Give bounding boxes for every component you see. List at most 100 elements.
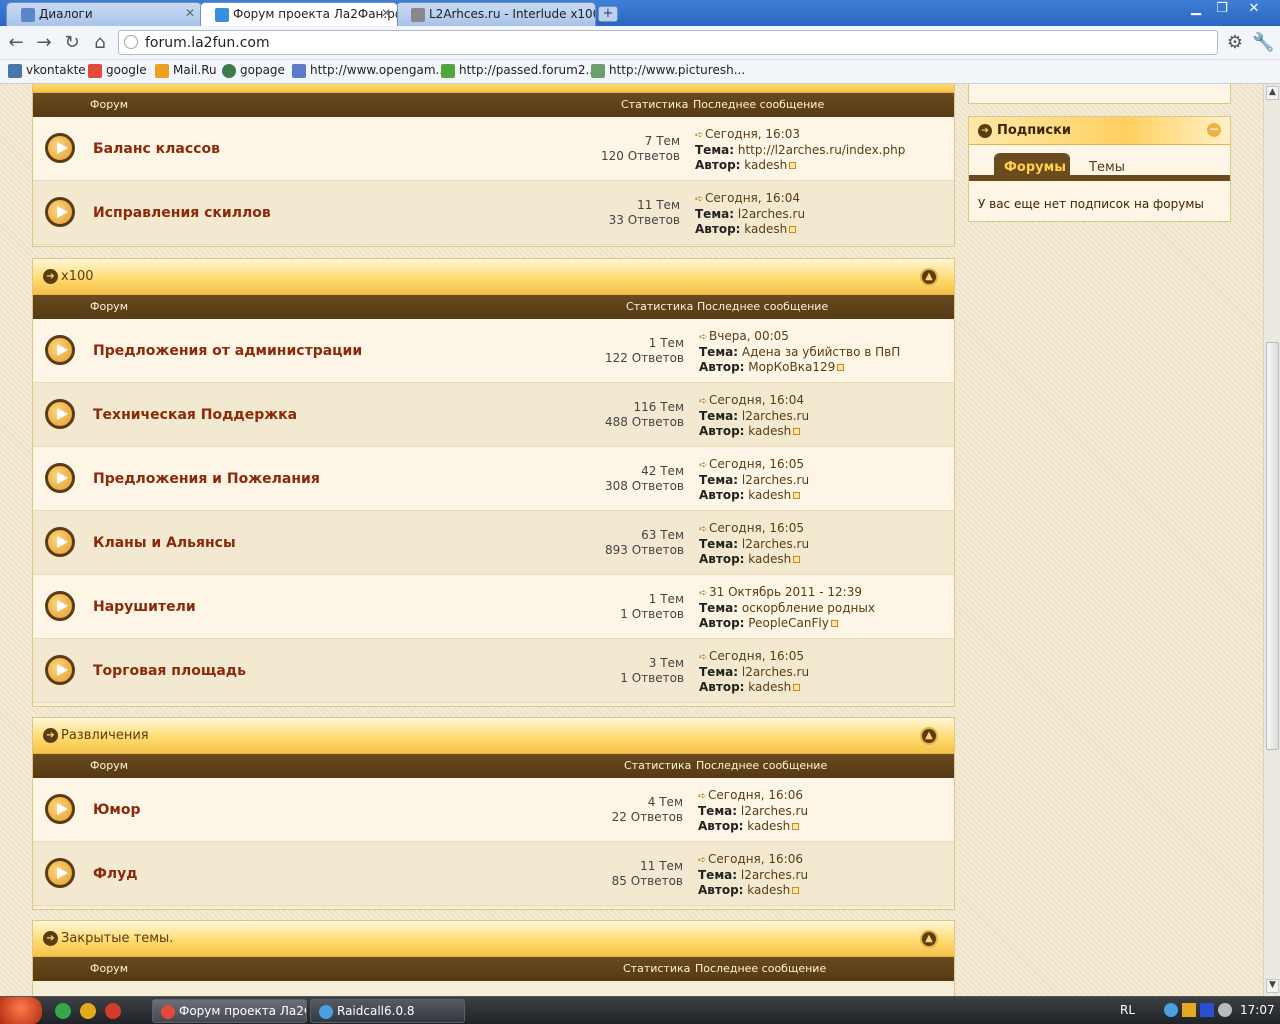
last-author-link[interactable]: МорКоВка129 [748,360,835,374]
last-topic-link[interactable]: l2arches.ru [741,868,808,882]
close-tab-icon[interactable]: ✕ [381,6,391,20]
reload-icon[interactable]: ↻ [61,32,83,54]
last-author-link[interactable]: kadesh [748,680,791,694]
last-topic-link[interactable]: l2arches.ru [742,473,809,487]
minimize-icon[interactable]: ▁ [1182,0,1210,18]
forum-link[interactable]: Баланс классов [93,141,220,157]
forum-link[interactable]: Техническая Поддержка [93,407,297,423]
new-tab-button[interactable]: + [598,6,618,22]
bookmark-google[interactable]: google [88,63,147,78]
last-post-arrow-icon[interactable]: ➪ [695,128,705,143]
tray-raidcall-icon[interactable] [1164,1003,1178,1017]
user-card-icon[interactable] [792,887,800,894]
last-post-arrow-icon[interactable]: ➪ [699,586,709,601]
tray-app-icon[interactable] [1182,1003,1196,1017]
last-author-link[interactable]: kadesh [748,488,791,502]
home-icon[interactable]: ⌂ [89,32,111,54]
close-window-icon[interactable]: ✕ [1240,0,1268,18]
chrome-icon[interactable] [80,1003,96,1019]
last-post-arrow-icon[interactable]: ➪ [698,789,708,804]
bookmark-gopage[interactable]: gopage [222,63,285,78]
restore-icon[interactable]: ❐ [1208,0,1236,18]
forum-link[interactable]: Нарушители [93,599,196,615]
app-icon[interactable] [105,1003,121,1019]
scrollbar-thumb[interactable] [1266,342,1279,750]
forum-link[interactable]: Исправления скиллов [93,205,271,221]
last-post-arrow-icon[interactable]: ➪ [695,192,705,207]
last-author-link[interactable]: kadesh [744,222,787,236]
last-post-arrow-icon[interactable]: ➪ [699,522,709,537]
forum-link[interactable]: Юмор [93,802,141,818]
last-post-arrow-icon[interactable]: ➪ [698,853,708,868]
tray-media-icon[interactable] [1200,1003,1214,1017]
last-author-link[interactable]: PeopleCanFly [748,616,829,630]
minimize-panel-icon[interactable]: − [1207,123,1221,137]
taskbar-item-browser[interactable]: Форум проекта Ла2Ф... [152,999,307,1023]
user-card-icon[interactable] [793,492,801,499]
browser-tab-l2arches[interactable]: L2Arhces.ru - Interlude x100 ( [396,2,596,26]
category-title[interactable]: Развличения [61,728,149,743]
browser-tab-dialogs[interactable]: Диалоги ✕ [6,2,202,26]
scroll-down-icon[interactable]: ▼ [1266,979,1279,993]
forum-link[interactable]: Предложения от администрации [93,343,362,359]
forum-arrow-icon [45,858,75,888]
forum-link[interactable]: Предложения и Пожелания [93,471,320,487]
last-post-arrow-icon[interactable]: ➪ [699,330,709,345]
taskbar-item-raidcall[interactable]: Raidcall6.0.8 [310,999,465,1023]
last-topic-link[interactable]: Адена за убийство в ПвП [742,345,900,359]
last-topic-link[interactable]: l2arches.ru [742,409,809,423]
last-topic-link[interactable]: l2arches.ru [742,537,809,551]
extension-icon[interactable]: ⚙ [1224,32,1246,54]
forum-stats: 42 Тем 308 Ответов [604,464,684,493]
last-author-link[interactable]: kadesh [747,819,790,833]
language-indicator[interactable]: RL [1120,1003,1135,1017]
last-author-link[interactable]: kadesh [744,158,787,172]
user-card-icon[interactable] [789,162,797,169]
user-card-icon[interactable] [793,428,801,435]
bookmark-vkontakte[interactable]: vkontakte [8,63,86,78]
user-card-icon[interactable] [837,364,845,371]
last-author-link[interactable]: kadesh [748,424,791,438]
last-topic-link[interactable]: оскорбление родных [742,601,875,615]
browser-tab-forum[interactable]: Форум проекта Ла2Фан.рф ✕ [200,2,398,26]
page-scrollbar[interactable]: ▲ ▼ [1263,84,1280,996]
forum-link[interactable]: Флуд [93,866,138,882]
bookmark-mailru[interactable]: Mail.Ru [155,63,217,78]
forum-link[interactable]: Торговая площадь [93,663,246,679]
bookmark-passed-forum[interactable]: http://passed.forum2... [441,63,597,78]
user-card-icon[interactable] [793,684,801,691]
collapse-category-icon[interactable]: ▲ [920,727,938,745]
forum-link[interactable]: Кланы и Альянсы [93,535,236,551]
user-card-icon[interactable] [789,226,797,233]
start-button[interactable] [0,997,42,1024]
wrench-icon[interactable]: 🔧 [1252,32,1274,54]
scroll-up-icon[interactable]: ▲ [1266,86,1279,100]
category-title[interactable]: Закрытые темы. [61,931,173,946]
bookmark-pictureshack[interactable]: http://www.picturesh... [591,63,745,78]
last-topic-link[interactable]: l2arches.ru [742,665,809,679]
user-card-icon[interactable] [792,823,800,830]
close-tab-icon[interactable]: ✕ [185,6,195,20]
last-topic-link[interactable]: http://l2arches.ru/index.php [738,143,905,157]
tab-forums[interactable]: Форумы [994,153,1070,181]
address-bar[interactable]: forum.la2fun.com [118,30,1218,55]
collapse-category-icon[interactable]: ▲ [920,930,938,948]
bookmark-opengam[interactable]: http://www.opengam... [292,63,447,78]
collapse-category-icon[interactable]: ▲ [920,268,938,286]
user-card-icon[interactable] [830,620,838,627]
last-post-arrow-icon[interactable]: ➪ [699,650,709,665]
forum-stats: 63 Тем 893 Ответов [604,528,684,557]
last-topic-link[interactable]: l2arches.ru [741,804,808,818]
last-topic-link[interactable]: l2arches.ru [738,207,805,221]
last-author-link[interactable]: kadesh [747,883,790,897]
last-post-arrow-icon[interactable]: ➪ [699,394,709,409]
tab-topics[interactable]: Темы [1079,153,1135,181]
forward-icon[interactable]: → [33,32,55,54]
user-card-icon[interactable] [793,556,801,563]
back-icon[interactable]: ← [5,32,27,54]
category-title[interactable]: x100 [61,269,94,284]
utorrent-icon[interactable] [55,1003,71,1019]
last-post-arrow-icon[interactable]: ➪ [699,458,709,473]
last-author-link[interactable]: kadesh [748,552,791,566]
tray-volume-icon[interactable] [1218,1003,1232,1017]
